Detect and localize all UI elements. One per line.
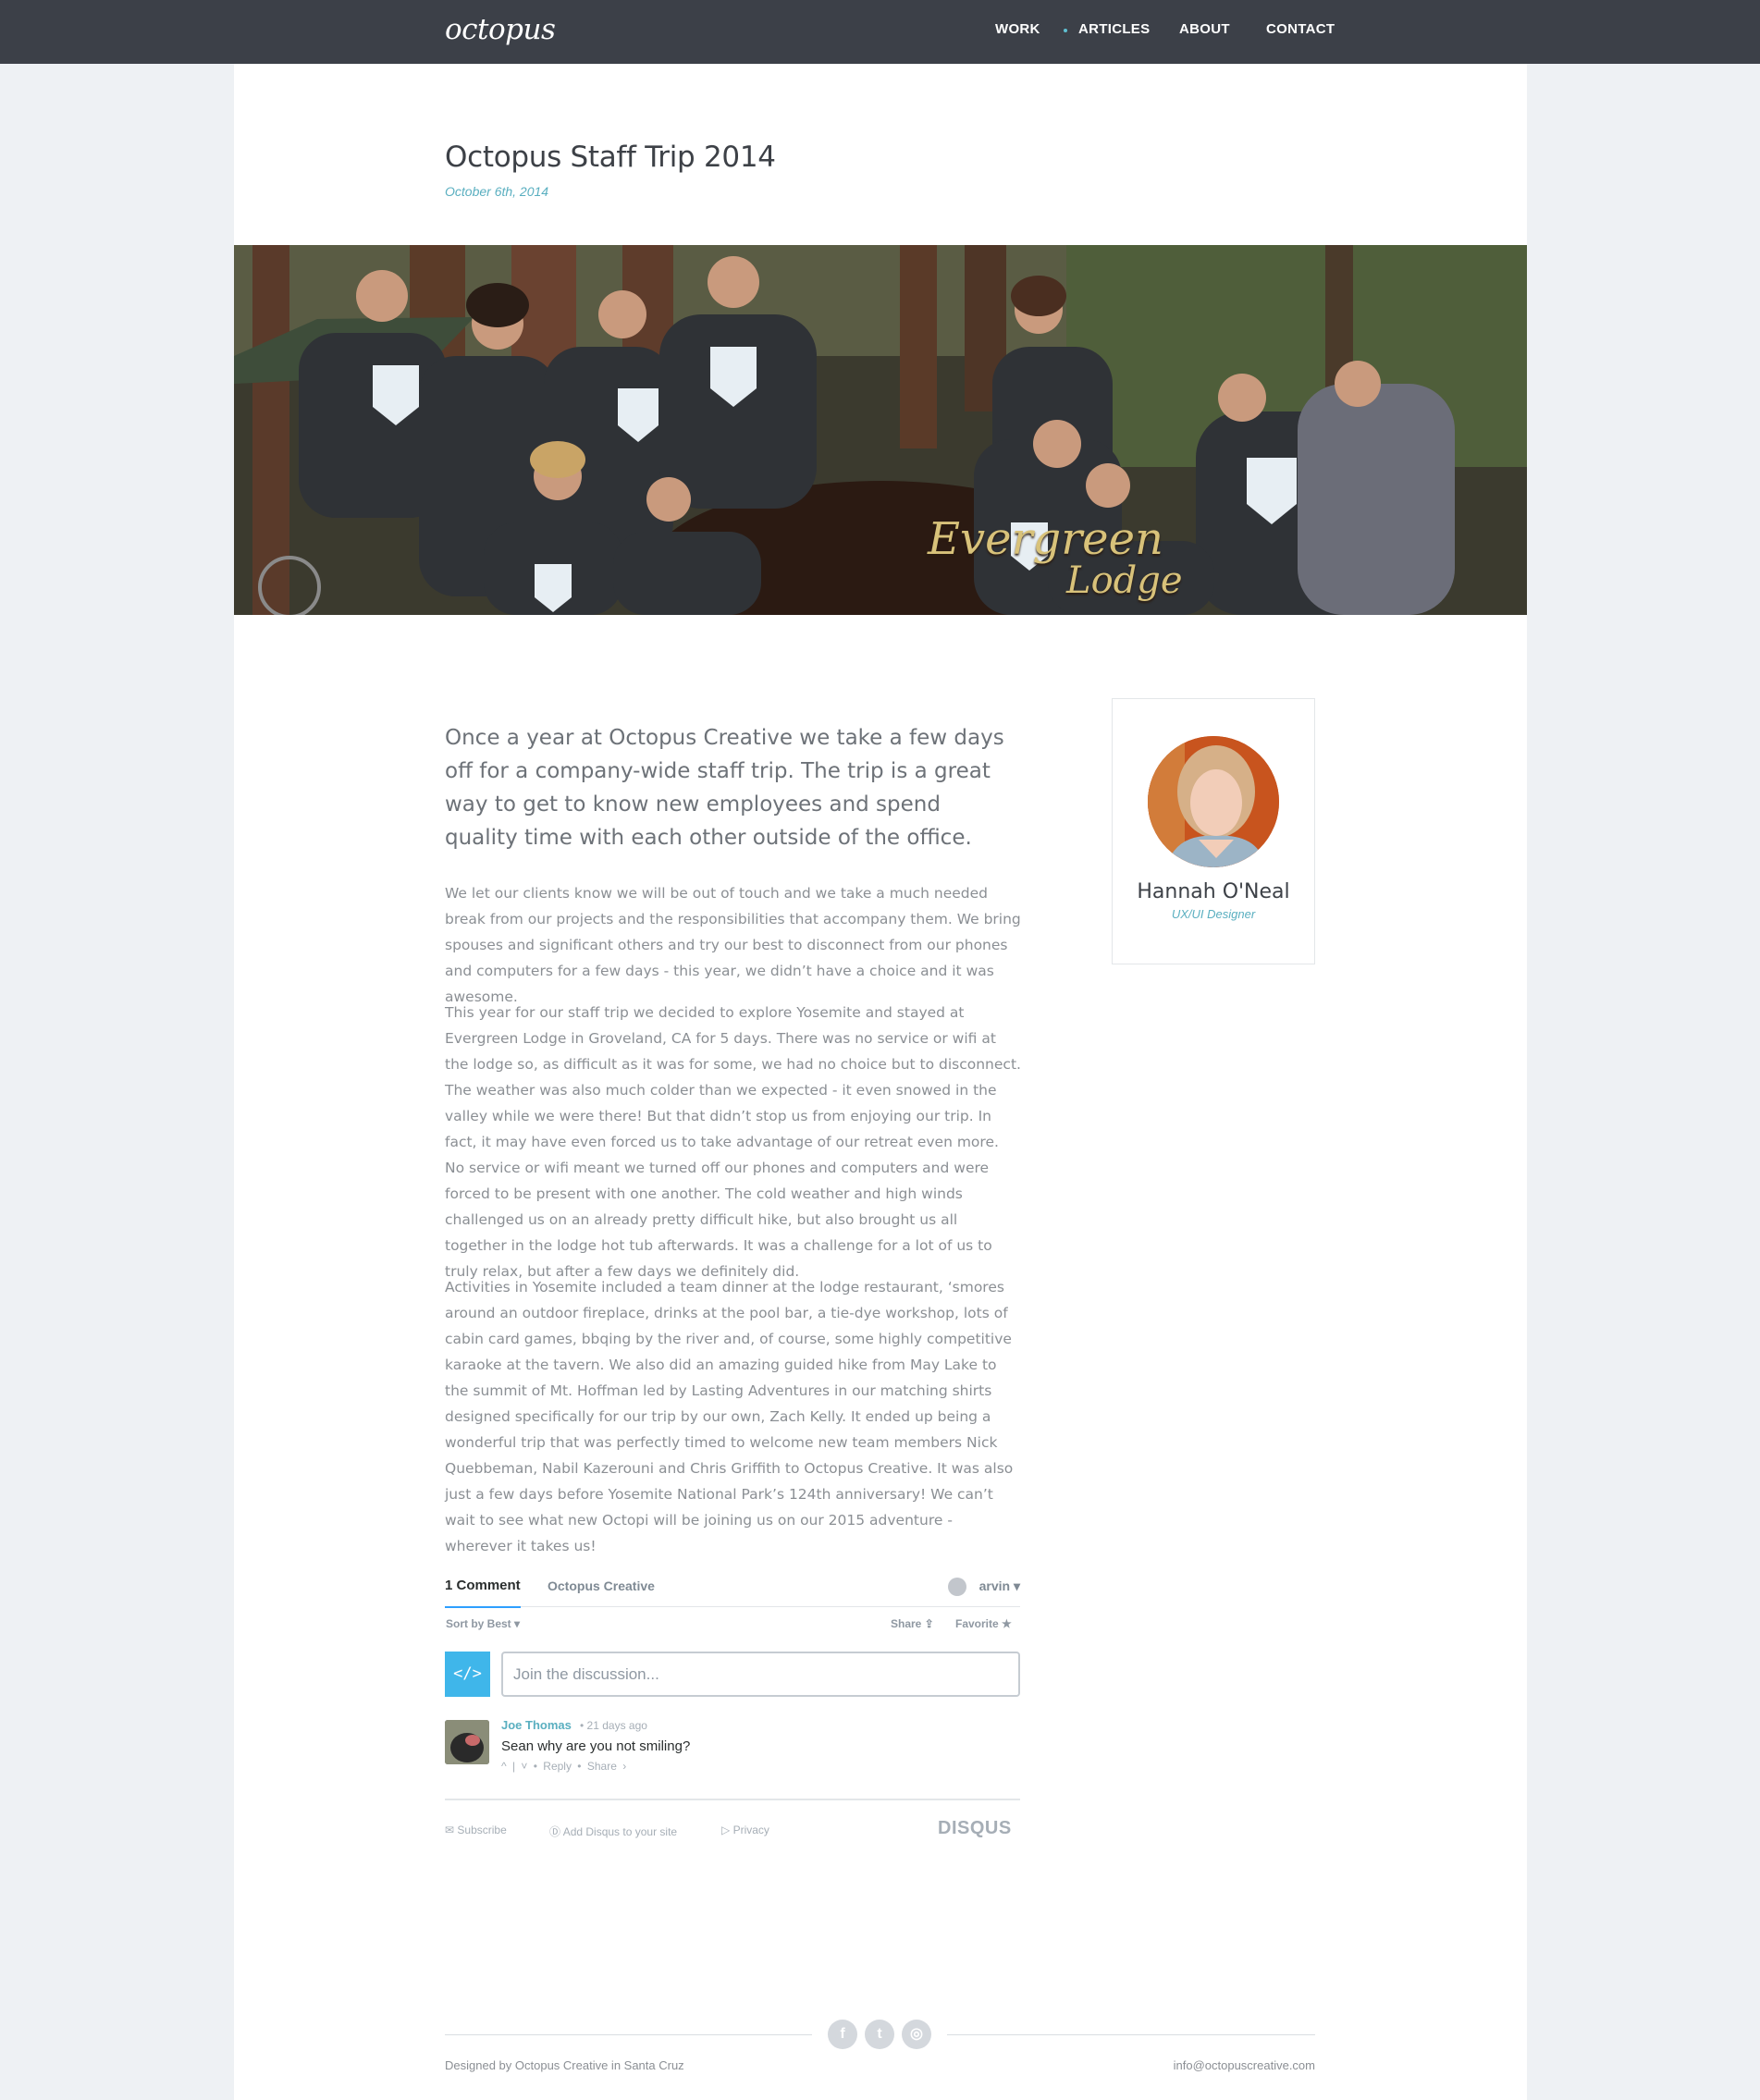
comment-author[interactable]: Joe Thomas bbox=[501, 1718, 572, 1732]
favorite-button[interactable]: Favorite ★ bbox=[955, 1617, 1012, 1630]
privacy-label: Privacy bbox=[732, 1824, 769, 1836]
commenter-avatar[interactable] bbox=[445, 1720, 489, 1764]
hero-image: Evergreen Lodge bbox=[234, 245, 1527, 615]
dribbble-icon[interactable]: ◎ bbox=[902, 2020, 931, 2049]
footer-divider-left bbox=[445, 2034, 812, 2035]
footer-divider-right bbox=[947, 2034, 1315, 2035]
hero-sign-text: Evergreen bbox=[928, 513, 1163, 565]
mail-icon: ✉ bbox=[445, 1824, 458, 1836]
article-paragraph: This year for our staff trip we decided … bbox=[445, 1004, 1021, 1280]
active-indicator-dot bbox=[1064, 29, 1067, 32]
user-avatar-icon[interactable] bbox=[948, 1578, 966, 1596]
hero-sign-text-2: Lodge bbox=[1066, 559, 1183, 602]
comments-header: 1 Comment Octopus Creative arvin ▾ bbox=[445, 1576, 1020, 1608]
nav-item-about[interactable]: ABOUT bbox=[1179, 21, 1230, 37]
tab-community[interactable]: Octopus Creative bbox=[548, 1578, 655, 1593]
article-paragraph: We let our clients know we will be out o… bbox=[445, 885, 1021, 1005]
disqus-logo[interactable]: DISQUS bbox=[938, 1818, 1012, 1839]
hero-photo-illustration bbox=[234, 245, 1527, 615]
nav-item-contact[interactable]: CONTACT bbox=[1266, 21, 1335, 37]
facebook-icon[interactable]: f bbox=[828, 2020, 857, 2049]
footer-credit: Designed by Octopus Creative in Santa Cr… bbox=[445, 2058, 684, 2072]
subscribe-link[interactable]: ✉ Subscribe bbox=[445, 1824, 507, 1836]
author-name: Hannah O'Neal bbox=[1137, 880, 1290, 903]
article-title: Octopus Staff Trip 2014 bbox=[445, 141, 776, 174]
add-disqus-link[interactable]: Ⓓ Add Disqus to your site bbox=[549, 1824, 677, 1839]
comment-input[interactable]: Join the discussion... bbox=[501, 1652, 1020, 1697]
comment-actions[interactable]: ^ | ˅ • Reply • Share › bbox=[501, 1760, 626, 1773]
article-lead: Once a year at Octopus Creative we take … bbox=[445, 726, 1004, 850]
author-avatar bbox=[1148, 736, 1279, 867]
article-date: October 6th, 2014 bbox=[445, 184, 549, 199]
subscribe-label: Subscribe bbox=[457, 1824, 507, 1836]
tab-comments-count[interactable]: 1 Comment bbox=[445, 1578, 521, 1608]
top-navbar: octopus WORK ARTICLES ABOUT CONTACT bbox=[0, 0, 1760, 64]
main-nav: WORK ARTICLES ABOUT CONTACT bbox=[0, 21, 1760, 40]
sort-dropdown[interactable]: Sort by Best ▾ bbox=[446, 1617, 520, 1630]
privacy-icon: ▷ bbox=[721, 1824, 733, 1836]
nav-item-articles[interactable]: ARTICLES bbox=[1078, 21, 1150, 37]
privacy-link[interactable]: ▷ Privacy bbox=[721, 1824, 769, 1836]
author-role: UX/UI Designer bbox=[1171, 907, 1256, 921]
add-disqus-label: Add Disqus to your site bbox=[562, 1825, 678, 1838]
footer-email[interactable]: info@octopuscreative.com bbox=[1165, 2058, 1315, 2072]
comment-text: Sean why are you not smiling? bbox=[501, 1738, 691, 1754]
share-button[interactable]: Share ⇪ bbox=[891, 1617, 934, 1630]
twitter-icon[interactable]: t bbox=[865, 2020, 894, 2049]
comment-timestamp[interactable]: • 21 days ago bbox=[580, 1719, 647, 1732]
author-card: Hannah O'Neal UX/UI Designer bbox=[1112, 698, 1315, 964]
disqus-icon: Ⓓ bbox=[549, 1825, 563, 1838]
code-icon[interactable]: </> bbox=[445, 1652, 490, 1697]
nav-item-work[interactable]: WORK bbox=[995, 21, 1040, 37]
comments-divider bbox=[445, 1799, 1020, 1800]
user-menu[interactable]: arvin ▾ bbox=[979, 1578, 1020, 1594]
article-paragraph: Activities in Yosemite included a team d… bbox=[445, 1279, 1014, 1554]
